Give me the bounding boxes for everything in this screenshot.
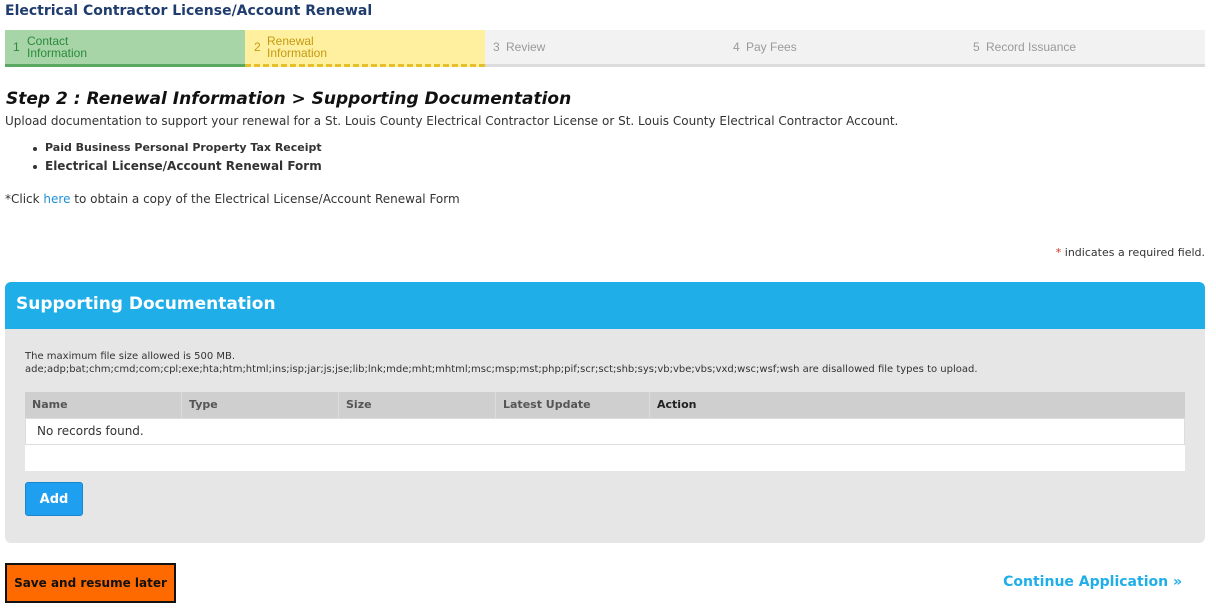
required-field-note: * indicates a required field. [1056, 246, 1205, 259]
note-prefix: *Click [5, 192, 44, 206]
step-contact-information: 1 Contact Information [5, 30, 245, 67]
step-pay-fees: 4 Pay Fees [725, 30, 965, 64]
add-document-button[interactable]: Add [25, 482, 83, 516]
required-text: indicates a required field. [1061, 246, 1205, 259]
step-label-line2: Information [267, 46, 328, 60]
step-label: Contact Information [27, 35, 87, 59]
column-header-name[interactable]: Name [25, 392, 182, 418]
column-header-action: Action [657, 398, 697, 411]
note-suffix: to obtain a copy of the Electrical Licen… [70, 192, 460, 206]
disallowed-types-text: ade;adp;bat;chm;cmd;com;cpl;exe;hta;htm;… [25, 364, 978, 375]
list-item: Electrical License/Account Renewal Form [33, 159, 322, 173]
list-item: Paid Business Personal Property Tax Rece… [33, 141, 322, 154]
step-record-issuance: 5 Record Issuance [965, 30, 1205, 64]
step-number: 5 [973, 40, 980, 54]
step-label: Pay Fees [746, 40, 797, 54]
max-file-size-text: The maximum file size allowed is 500 MB. [25, 351, 236, 362]
intro-text: Upload documentation to support your ren… [5, 114, 899, 128]
supporting-documentation-panel: Supporting Documentation The maximum fil… [5, 282, 1205, 543]
column-header-latest-update[interactable]: Latest Update [496, 392, 650, 418]
table-header: Name Type Size Latest Update Action [25, 392, 1185, 418]
required-documents-list: Paid Business Personal Property Tax Rece… [33, 141, 322, 178]
step-renewal-information: 2 Renewal Information [245, 30, 485, 67]
step-number: 1 [13, 40, 20, 54]
step-label: Renewal Information [267, 35, 327, 59]
step-label-line2: Information [27, 46, 88, 60]
documents-table: Name Type Size Latest Update Action No r… [25, 392, 1185, 471]
column-header-type[interactable]: Type [182, 392, 339, 418]
column-header-size[interactable]: Size [339, 392, 496, 418]
page-title: Step 2 : Renewal Information > Supportin… [6, 89, 572, 109]
empty-table-message: No records found. [25, 418, 1185, 445]
renewal-form-note: *Click here to obtain a copy of the Elec… [5, 192, 460, 206]
panel-title: Supporting Documentation [5, 282, 1205, 329]
table-row [25, 445, 1185, 471]
file-restrictions: The maximum file size allowed is 500 MB.… [25, 350, 978, 376]
step-label: Record Issuance [986, 40, 1077, 54]
step-number: 4 [733, 40, 740, 54]
step-number: 3 [493, 40, 500, 54]
app-title: Electrical Contractor License/Account Re… [5, 3, 373, 19]
step-review: 3 Review [485, 30, 725, 64]
step-label: Review [506, 40, 546, 54]
renewal-form-link[interactable]: here [43, 192, 70, 206]
save-and-resume-later-button[interactable]: Save and resume later [5, 563, 176, 603]
step-number: 2 [254, 40, 261, 54]
continue-application-link[interactable]: Continue Application » [1003, 574, 1182, 590]
step-progress-bar: 1 Contact Information 2 Renewal Informatio… [5, 30, 1205, 67]
